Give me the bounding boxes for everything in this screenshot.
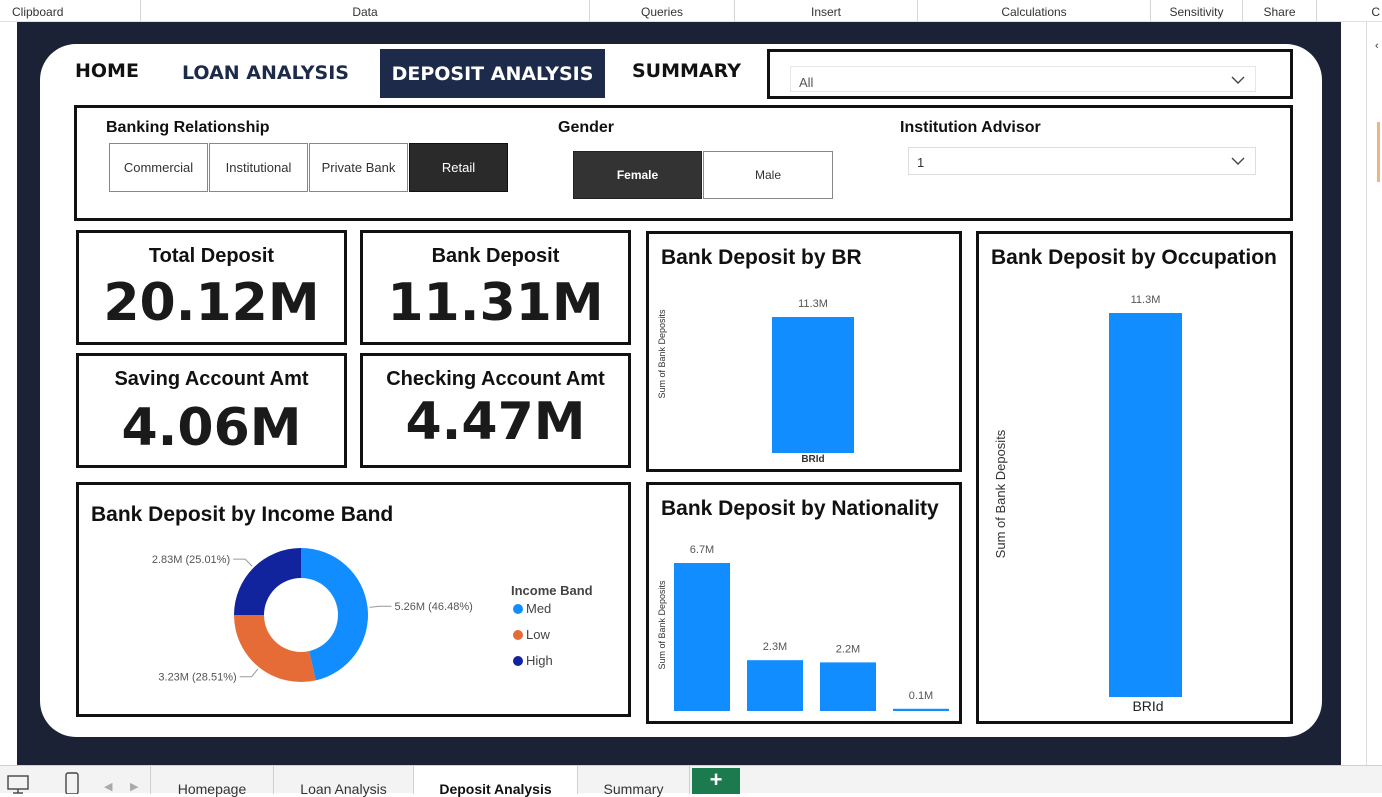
ribbon-group-insert: Insert [735, 0, 918, 22]
legend-marker [513, 630, 523, 640]
kpi-value: 11.31M [387, 273, 604, 333]
br-option-institutional[interactable]: Institutional [209, 143, 308, 192]
legend-title: Income Band [511, 583, 593, 598]
top-filter-value: All [799, 75, 814, 90]
tab-homepage[interactable]: Homepage [150, 766, 274, 797]
chevron-down-icon [1231, 76, 1245, 84]
y-axis-label: Sum of Bank Deposits [993, 429, 1008, 558]
kpi-card-total-deposit[interactable]: Total Deposit 20.12M [76, 230, 347, 345]
institution-advisor-dropdown[interactable]: 1 [908, 147, 1256, 175]
donut-data-label: 3.23M (28.51%) [158, 672, 236, 684]
nationality-bar[interactable] [747, 660, 803, 711]
chevron-left-icon[interactable]: ‹ [1375, 40, 1379, 52]
donut-slice-high[interactable] [234, 548, 301, 615]
br-bar[interactable] [772, 317, 854, 453]
occupation-bar[interactable] [1109, 313, 1182, 697]
kpi-title: Checking Account Amt [386, 368, 605, 390]
occupation-data-label: 11.3M [1131, 294, 1161, 306]
donut-data-label: 2.83M (25.01%) [152, 554, 230, 566]
y-axis-label: Sum of Bank Deposits [657, 580, 667, 670]
ribbon-group-clipboard: Clipboard [0, 0, 141, 22]
mobile-view-icon[interactable] [64, 772, 80, 794]
kpi-value: 4.47M [405, 392, 586, 452]
ribbon-group-calculations: Calculations [918, 0, 1151, 22]
tab-loan-analysis[interactable]: Loan Analysis [274, 766, 414, 797]
income-donut-chart: 5.26M (46.48%) 3.23M (28.51%) 2.83M (25.01… [152, 548, 593, 684]
gender-option-female[interactable]: Female [573, 151, 702, 199]
add-page-button[interactable]: + [692, 768, 740, 794]
legend-marker [513, 604, 523, 614]
chevron-left-icon[interactable]: ◀ [104, 780, 112, 793]
gender-option-male[interactable]: Male [703, 151, 833, 199]
donut-leader-line [233, 558, 253, 567]
kpi-value: 4.06M [121, 398, 302, 458]
ribbon-group-share: Share [1243, 0, 1317, 22]
kpi-card-checking-account[interactable]: Checking Account Amt 4.47M [360, 353, 631, 468]
nav-summary-button[interactable]: SUMMARY [632, 60, 741, 82]
chevron-right-icon[interactable]: ▶ [130, 780, 138, 793]
side-pane: ‹ [1366, 22, 1382, 765]
x-axis-label: BRId [801, 454, 824, 465]
gender-title: Gender [558, 119, 615, 136]
chart-card-nationality[interactable]: Bank Deposit by Nationality Sum of Bank … [646, 482, 962, 724]
nav-deposit-analysis-button[interactable]: DEPOSIT ANALYSIS [380, 49, 605, 98]
nav-home-button[interactable]: HOME [75, 60, 139, 82]
kpi-title: Bank Deposit [431, 245, 560, 267]
br-option-commercial[interactable]: Commercial [109, 143, 208, 192]
legend-item-label: Low [526, 627, 550, 642]
desktop-view-icon[interactable] [6, 774, 30, 794]
institution-advisor-value: 1 [917, 155, 925, 170]
kpi-card-saving-account[interactable]: Saving Account Amt 4.06M [76, 353, 347, 468]
institution-advisor-title: Institution Advisor [900, 119, 1041, 136]
nationality-data-label: 2.2M [836, 643, 860, 655]
br-option-private-bank[interactable]: Private Bank [309, 143, 408, 192]
donut-leader-line [369, 605, 392, 608]
ribbon-group-sensitivity: Sensitivity [1151, 0, 1243, 22]
x-axis-label: BRId [1132, 698, 1163, 714]
banking-relationship-title: Banking Relationship [106, 119, 270, 136]
nationality-data-label: 0.1M [909, 690, 933, 702]
legend-marker [513, 656, 523, 666]
ribbon-group-queries: Queries [590, 0, 735, 22]
donut-slice-low[interactable] [234, 615, 316, 682]
top-filter-slicer: All [767, 49, 1293, 99]
kpi-title: Total Deposit [148, 245, 275, 267]
legend-item-label: Med [526, 601, 551, 616]
nationality-bar-chart: Sum of Bank Deposits 6.7M 2.3M 2.2M 0.1M [657, 544, 949, 711]
nationality-data-label: 6.7M [690, 544, 714, 556]
nationality-bar[interactable] [674, 563, 730, 711]
legend-item-label: High [526, 653, 553, 668]
br-option-retail[interactable]: Retail [409, 143, 508, 192]
chart-card-income-band[interactable]: Bank Deposit by Income Band 5.26M (46.48… [76, 482, 631, 717]
br-data-label: 11.3M [798, 298, 828, 310]
chart-card-occupation[interactable]: Bank Deposit by Occupation Sum of Bank D… [976, 231, 1293, 724]
nav-loan-analysis-button[interactable]: LOAN ANALYSIS [182, 62, 349, 84]
top-filter-dropdown[interactable]: All [790, 66, 1256, 92]
nationality-bar[interactable] [820, 662, 876, 711]
nationality-data-label: 2.3M [763, 641, 787, 653]
tab-deposit-analysis[interactable]: Deposit Analysis [414, 766, 578, 797]
ribbon-group-labels: Clipboard Data Queries Insert Calculatio… [0, 0, 1382, 22]
kpi-card-bank-deposit[interactable]: Bank Deposit 11.31M [360, 230, 631, 345]
nationality-bar[interactable] [893, 708, 949, 711]
donut-leader-line [239, 668, 259, 678]
occupation-bar-chart: Sum of Bank Deposits BRId 11.3M [993, 294, 1182, 714]
ribbon-group-more: C [1371, 5, 1380, 19]
page-tab-bar: ◀ ▶ Homepage Loan Analysis Deposit Analy… [0, 765, 1382, 797]
ribbon-group-data: Data [141, 0, 590, 22]
chart-card-br[interactable]: Bank Deposit by BR Sum of Bank Deposits … [646, 231, 962, 472]
donut-data-label: 5.26M (46.48%) [395, 601, 473, 613]
pane-tab-marker[interactable] [1377, 122, 1380, 182]
y-axis-label: Sum of Bank Deposits [657, 309, 667, 399]
kpi-value: 20.12M [103, 273, 320, 333]
chevron-down-icon [1231, 157, 1245, 165]
tab-summary[interactable]: Summary [578, 766, 690, 797]
kpi-title: Saving Account Amt [114, 368, 309, 390]
br-bar-chart: Sum of Bank Deposits BRId 11.3M [657, 298, 854, 465]
